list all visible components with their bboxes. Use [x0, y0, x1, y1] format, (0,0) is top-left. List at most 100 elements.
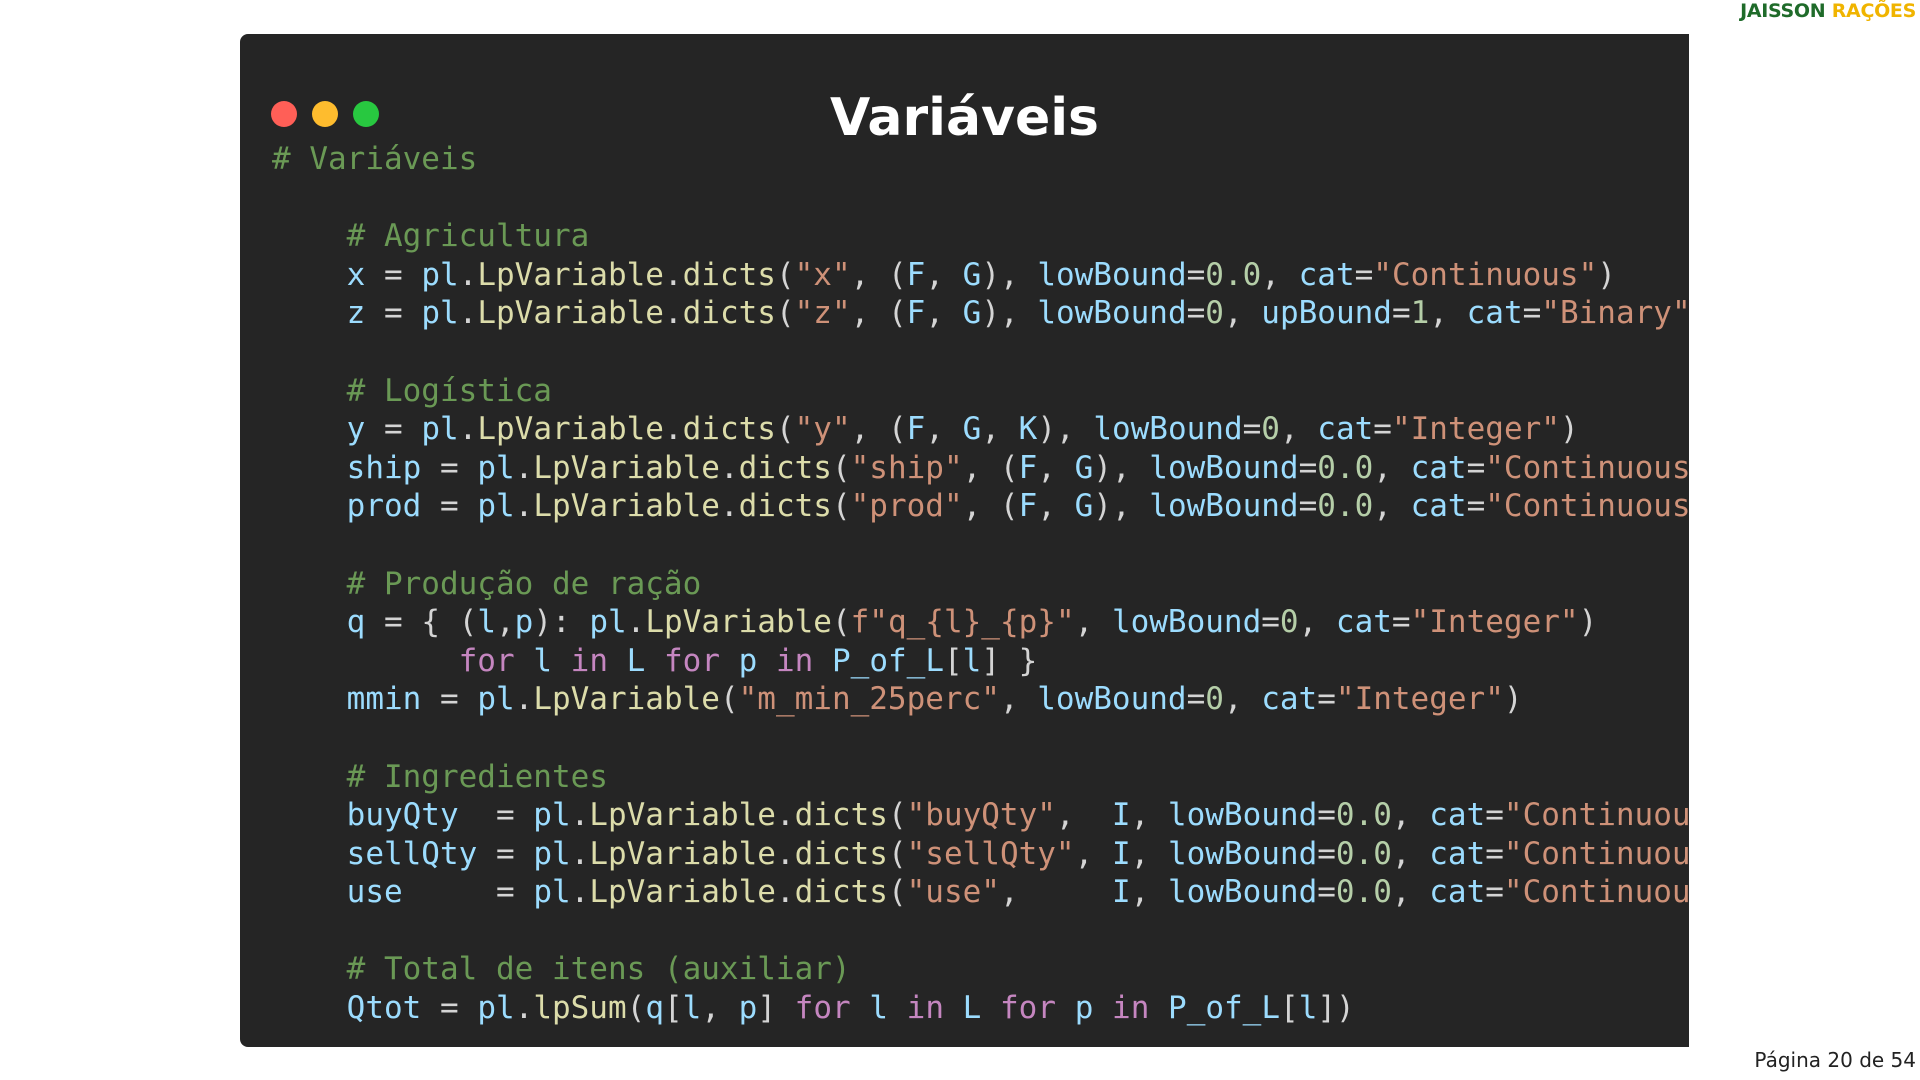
code-token: lowBound	[1093, 411, 1243, 448]
code-token: cat	[1466, 295, 1523, 332]
code-line: q = { (l,p): pl.LpVariable(f"q_{l}_{p}",…	[272, 603, 1689, 642]
code-token: G	[1074, 488, 1094, 525]
code-token: ,	[1130, 797, 1168, 834]
code-token: ,	[701, 990, 739, 1027]
code-token: # Produção de ração	[346, 565, 702, 602]
code-token: p	[1074, 990, 1094, 1027]
code-token: ,	[925, 411, 963, 448]
code-token: in	[1112, 990, 1150, 1027]
code-line: buyQty = pl.LpVariable.dicts("buyQty", I…	[272, 796, 1689, 835]
code-token: y	[346, 411, 366, 448]
code-token: .	[570, 835, 590, 872]
code-line: z = pl.LpVariable.dicts("z", (F, G), low…	[272, 294, 1689, 333]
code-token: =	[458, 797, 534, 834]
code-token: =	[1186, 295, 1206, 332]
code-token: =	[1391, 604, 1411, 641]
code-token: L	[962, 990, 982, 1027]
brand-logo-part1: JAISSON	[1740, 0, 1826, 22]
code-token: ,	[1279, 411, 1318, 448]
code-token: P_of_L	[832, 642, 944, 679]
code-token: p	[738, 990, 758, 1027]
code-token: =	[1261, 604, 1280, 641]
code-token: LpVariable	[533, 681, 720, 718]
code-token: ] }	[981, 642, 1038, 679]
code-token: 0.0	[1335, 835, 1392, 872]
code-line: use = pl.LpVariable.dicts("use", I, lowB…	[272, 873, 1689, 912]
code-token: =	[1485, 874, 1504, 911]
code-token: (	[626, 990, 646, 1027]
code-token: # Total de itens (auxiliar)	[346, 951, 851, 988]
code-token: (	[775, 256, 795, 293]
code-token: =	[421, 449, 478, 486]
code-token: f"q_{l}_{p}"	[850, 604, 1075, 641]
code-token: ,	[1373, 449, 1411, 486]
code-token: =	[1317, 797, 1336, 834]
code-token: 1	[1410, 295, 1430, 332]
code-token: .	[514, 990, 534, 1027]
code-token: cat	[1317, 411, 1374, 448]
code-token: "Integer"	[1410, 604, 1579, 641]
code-token: dicts	[738, 488, 832, 525]
code-token: cat	[1429, 835, 1486, 872]
code-token: LpVariable	[477, 256, 664, 293]
code-token: =	[365, 256, 422, 293]
code-token: =	[1485, 835, 1504, 872]
code-token: ,	[1037, 488, 1075, 525]
code-token: , (	[850, 411, 907, 448]
code-token: ,	[1391, 797, 1430, 834]
code-token: dicts	[682, 411, 776, 448]
code-token: cat	[1429, 874, 1486, 911]
code-token: "prod"	[850, 488, 963, 525]
code-token: use	[346, 874, 403, 911]
code-token: =	[1354, 256, 1374, 293]
code-token: =	[421, 990, 478, 1027]
code-token: ,	[1298, 604, 1336, 641]
code-token: lowBound	[1037, 681, 1187, 718]
code-token: , (	[850, 256, 907, 293]
code-token: l	[533, 642, 552, 679]
code-token: (	[831, 449, 851, 486]
code-token: .	[626, 604, 646, 641]
code-token: G	[962, 411, 982, 448]
code-token: .	[458, 411, 478, 448]
code-token: = { (	[365, 604, 478, 641]
code-token: G	[1074, 449, 1094, 486]
code-token: ,	[1391, 835, 1430, 872]
code-token: pl	[421, 295, 459, 332]
code-token: pl	[589, 604, 627, 641]
code-token: .	[570, 797, 590, 834]
code-token: =	[1466, 449, 1486, 486]
code-token: lowBound	[1149, 449, 1299, 486]
code-token: , (	[962, 488, 1019, 525]
code-token: =	[1466, 488, 1486, 525]
code-token: )	[1597, 256, 1616, 293]
code-token: =	[1317, 874, 1336, 911]
code-token: z	[346, 295, 366, 332]
code-token: "Continuous"	[1503, 874, 1689, 911]
code-token: ,	[1391, 874, 1430, 911]
code-token: ),	[1037, 411, 1094, 448]
code-token: (	[887, 874, 907, 911]
code-token: =	[1485, 797, 1504, 834]
code-token: mmin	[346, 681, 422, 718]
code-token: LpVariable	[533, 449, 720, 486]
code-token: in	[570, 642, 608, 679]
code-token: ,	[1130, 874, 1168, 911]
code-token: 0	[1205, 681, 1224, 718]
